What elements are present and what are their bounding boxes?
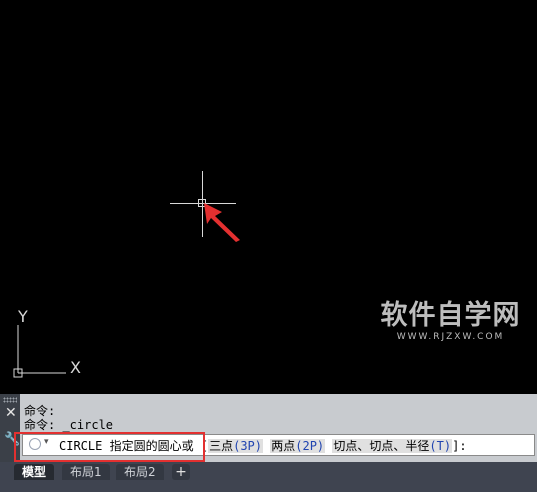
watermark-url: WWW.RJZXW.COM [396,332,505,342]
drawing-canvas[interactable]: Y X 软件自学网 WWW.RJZXW.COM [0,0,537,394]
history-line: 命令: [24,404,56,418]
option-two-point[interactable]: 两点(2P) [270,439,326,453]
close-icon[interactable]: ✕ [5,406,17,420]
add-layout-button[interactable]: + [172,464,190,480]
tab-layout1[interactable]: 布局1 [62,464,110,480]
command-history: 命令: 命令: _circle [24,404,113,432]
tab-layout2[interactable]: 布局2 [116,464,164,480]
watermark: 软件自学网 WWW.RJZXW.COM [378,300,523,342]
prompt-end: ]: [452,439,467,453]
layout-tab-bar: 模型 布局1 布局2 + [0,462,537,492]
option-three-point[interactable]: 三点(3P) [208,439,263,453]
ucs-x-label: X [70,358,81,377]
grip-handle-icon[interactable] [3,397,17,403]
annotation-arrow-icon [204,203,240,242]
watermark-title: 软件自学网 [380,300,521,331]
history-line: 命令: _circle [24,418,114,432]
tab-model[interactable]: 模型 [14,464,55,480]
ucs-y-label: Y [18,307,28,326]
annotation-highlight-box [14,432,205,462]
option-ttr[interactable]: 切点、切点、半径(T) [332,439,453,453]
